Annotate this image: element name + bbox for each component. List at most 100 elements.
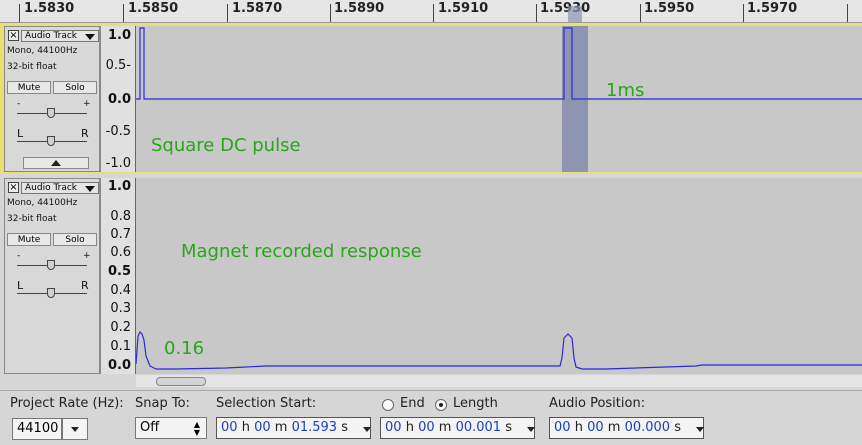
track-name-menu[interactable]: Audio Track (21, 182, 99, 194)
project-rate-dropdown[interactable] (62, 418, 88, 440)
amplitude-label: 0.5 (107, 264, 131, 279)
updown-arrows-icon: ▲ ▼ (193, 420, 200, 437)
gain-slider-thumb[interactable] (47, 108, 55, 118)
gain-plus-label: + (83, 99, 91, 109)
selection-length-time[interactable]: 00 h 00 m 00.001 s (380, 417, 535, 439)
length-label: Length (453, 396, 498, 411)
project-rate-value: 44100 (17, 421, 59, 436)
ruler-tick (433, 4, 434, 22)
end-label: End (400, 396, 425, 411)
timeline-ruler[interactable]: 1.5830 1.5850 1.5870 1.5890 1.5910 1.593… (0, 0, 862, 23)
ruler-tick (19, 4, 20, 22)
collapse-track-button[interactable] (23, 157, 89, 169)
ruler-tick-label: 1.5850 (128, 1, 179, 16)
mute-button[interactable]: Mute (7, 81, 51, 94)
length-radio[interactable] (435, 399, 447, 411)
minutes-unit: m (438, 420, 452, 435)
close-track-icon[interactable]: × (8, 182, 19, 193)
chevron-down-icon (527, 427, 535, 432)
horizontal-scrollbar[interactable] (136, 375, 862, 387)
snap-to-select[interactable]: Off ▲ ▼ (135, 417, 207, 439)
amplitude-label: 1.0 (107, 28, 131, 43)
amplitude-label: -0.5 (105, 124, 131, 139)
track-control-panel: × Audio Track Mono, 44100Hz 32-bit float… (4, 178, 100, 374)
annotation-square-pulse: Square DC pulse (151, 135, 301, 156)
ruler-tick (536, 4, 537, 22)
amplitude-label: 0.6 (110, 245, 131, 260)
project-rate-field[interactable]: 44100 (12, 418, 62, 440)
hours-value: 00 (385, 420, 402, 435)
mute-button[interactable]: Mute (7, 233, 51, 246)
annotation-1ms: 1ms (606, 80, 645, 101)
minutes-unit: m (274, 420, 288, 435)
seconds-value: 00.000 (624, 420, 671, 435)
ruler-tick-label: 1.5950 (644, 1, 695, 16)
seconds-value: 00.001 (455, 420, 502, 435)
track-name-menu[interactable]: Audio Track (21, 30, 99, 42)
ruler-tick (123, 4, 124, 22)
amplitude-label: 1.0 (107, 179, 131, 194)
annotation-magnet-response: Magnet recorded response (181, 241, 422, 262)
amplitude-label: 0.7 (110, 227, 131, 242)
seconds-unit: s (674, 420, 681, 435)
seconds-unit: s (505, 420, 512, 435)
selection-start-time[interactable]: 00 h 00 m 01.593 s (216, 417, 371, 439)
amplitude-ruler[interactable]: 1.0 0.8 0.7 0.6 0.5 0.4 0.3 0.2 0.1 0.0 (100, 178, 136, 374)
amplitude-label: 0.8 (110, 209, 131, 224)
gain-slider-thumb[interactable] (47, 260, 55, 270)
ruler-tick (330, 4, 331, 22)
amplitude-label: 0.0 (107, 358, 131, 373)
pan-slider-thumb[interactable] (47, 288, 55, 298)
pan-slider-thumb[interactable] (47, 136, 55, 146)
gain-minus-label: - (17, 99, 21, 109)
track-name-label: Audio Track (25, 31, 77, 41)
waveform-svg (136, 330, 862, 370)
gain-plus-label: + (83, 251, 91, 261)
waveform-line (136, 330, 862, 370)
solo-button[interactable]: Solo (53, 233, 97, 246)
amplitude-ruler[interactable]: 1.0 0.5- 0.0 -0.5 -1.0 (100, 26, 136, 172)
hours-unit: h (574, 420, 583, 435)
amplitude-label: 0.1 (110, 339, 131, 354)
pan-right-label: R (81, 127, 89, 140)
amplitude-label: 0.2 (110, 320, 131, 335)
audio-position-time[interactable]: 00 h 00 m 00.000 s (549, 417, 704, 439)
scrollbar-thumb[interactable] (156, 377, 206, 386)
amplitude-label: -1.0 (105, 156, 131, 171)
ruler-tick-label: 1.5890 (334, 1, 385, 16)
seconds-value: 01.593 (291, 420, 338, 435)
hours-value: 00 (221, 420, 238, 435)
ruler-tick (847, 4, 848, 22)
chevron-down-icon (696, 427, 704, 432)
minutes-unit: m (607, 420, 621, 435)
selection-start-label: Selection Start: (216, 396, 317, 411)
ruler-tick (743, 4, 744, 22)
selection-toolbar: Project Rate (Hz): 44100 Snap To: Off ▲ ▼… (0, 390, 862, 445)
minutes-value: 00 (587, 420, 604, 435)
annotation-peak-value: 0.16 (164, 338, 205, 359)
waveform-area[interactable]: Square DC pulse 1ms (136, 26, 862, 172)
ruler-tick-label: 1.5870 (232, 1, 283, 16)
play-head-marker[interactable] (568, 6, 582, 22)
waveform-line (136, 27, 862, 100)
end-radio[interactable] (382, 399, 394, 411)
audio-position-label: Audio Position: (549, 396, 646, 411)
amplitude-label: 0.5- (105, 58, 131, 73)
chevron-down-icon (85, 186, 95, 192)
pan-left-label: L (17, 127, 24, 140)
gain-minus-label: - (17, 251, 21, 261)
minutes-value: 00 (254, 420, 271, 435)
amplitude-label: 0.4 (110, 283, 131, 298)
amplitude-label: 0.0 (107, 92, 131, 107)
snap-to-label: Snap To: (135, 396, 190, 411)
amplitude-label: 0.3 (110, 301, 131, 316)
solo-button[interactable]: Solo (53, 81, 97, 94)
seconds-unit: s (341, 420, 348, 435)
track-control-panel: × Audio Track Mono, 44100Hz 32-bit float… (4, 26, 100, 172)
track-rate-info: Mono, 44100Hz (7, 198, 78, 208)
track-format-info: 32-bit float (7, 62, 57, 72)
waveform-area[interactable]: Magnet recorded response 0.16 (136, 178, 862, 374)
pan-left-label: L (17, 279, 24, 292)
close-track-icon[interactable]: × (8, 30, 19, 41)
hours-value: 00 (554, 420, 571, 435)
